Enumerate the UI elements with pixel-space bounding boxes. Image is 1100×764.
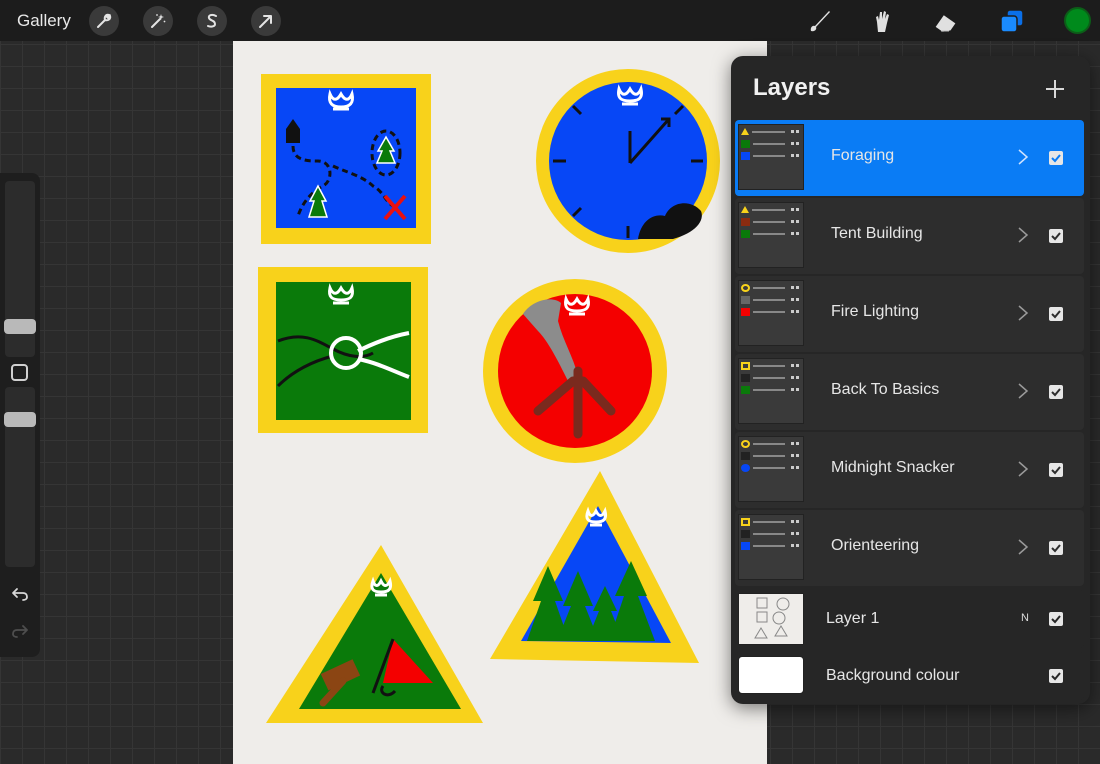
layer-name: Background colour	[826, 667, 960, 684]
layer-thumbnail	[738, 436, 804, 502]
eraser-icon[interactable]	[930, 5, 962, 37]
selection-s-icon[interactable]	[197, 6, 227, 36]
visibility-checkbox[interactable]	[1049, 541, 1063, 555]
chevron-right-icon[interactable]	[1017, 226, 1029, 244]
visibility-checkbox[interactable]	[1049, 385, 1063, 399]
tent-building-badge	[266, 545, 483, 723]
layer-group-fire-lighting[interactable]: Fire Lighting	[735, 276, 1084, 352]
layer-group-midnight-snacker[interactable]: Midnight Snacker	[735, 432, 1084, 508]
visibility-checkbox[interactable]	[1049, 151, 1063, 165]
layer-group-back-to-basics[interactable]: Back To Basics	[735, 354, 1084, 430]
layers-panel: Layers Foraging Tent Building Fire Light…	[731, 56, 1090, 704]
chevron-right-icon[interactable]	[1017, 304, 1029, 322]
layers-icon[interactable]	[996, 5, 1028, 37]
fire-lighting-badge	[483, 279, 667, 463]
layer-thumbnail	[738, 124, 804, 190]
undo-icon[interactable]	[9, 583, 31, 605]
redo-icon[interactable]	[9, 620, 31, 642]
top-toolbar: Gallery	[0, 0, 1100, 41]
panel-title: Layers	[753, 74, 831, 101]
background-colour-layer[interactable]: Background colour	[735, 652, 1084, 700]
opacity-handle[interactable]	[4, 412, 36, 427]
visibility-checkbox[interactable]	[1049, 463, 1063, 477]
foraging-badge	[490, 471, 699, 663]
layer-name: Tent Building	[831, 225, 923, 242]
visibility-checkbox[interactable]	[1049, 307, 1063, 321]
gallery-button[interactable]: Gallery	[17, 11, 71, 31]
visibility-checkbox[interactable]	[1049, 229, 1063, 243]
layer-name: Midnight Snacker	[831, 459, 955, 476]
layer-thumbnail	[738, 358, 804, 424]
layer-thumbnail	[738, 514, 804, 580]
color-picker-button[interactable]	[1064, 7, 1091, 34]
layer-thumbnail	[738, 280, 804, 346]
layer-thumbnail	[738, 593, 804, 645]
chevron-right-icon[interactable]	[1017, 538, 1029, 556]
left-sidebar	[0, 173, 40, 657]
chevron-right-icon[interactable]	[1017, 382, 1029, 400]
plus-icon[interactable]	[1044, 78, 1066, 100]
layer-group-foraging[interactable]: Foraging	[735, 120, 1084, 196]
layer-name: Fire Lighting	[831, 303, 920, 320]
modify-square-button[interactable]	[11, 364, 28, 381]
magic-wand-icon[interactable]	[143, 6, 173, 36]
visibility-checkbox[interactable]	[1049, 669, 1063, 683]
layer-name: Orienteering	[831, 537, 920, 554]
layer-name: Layer 1	[826, 610, 880, 627]
drawing-canvas[interactable]	[233, 41, 767, 764]
layer-name: Foraging	[831, 147, 895, 164]
visibility-checkbox[interactable]	[1049, 612, 1063, 626]
smudge-icon[interactable]	[866, 5, 898, 37]
blend-mode-label[interactable]: N	[1021, 612, 1029, 624]
chevron-right-icon[interactable]	[1017, 460, 1029, 478]
wrench-icon[interactable]	[89, 6, 119, 36]
layer-thumbnail	[738, 202, 804, 268]
chevron-right-icon[interactable]	[1017, 148, 1029, 166]
background-colour-swatch[interactable]	[738, 656, 804, 694]
transform-arrow-icon[interactable]	[251, 6, 281, 36]
orienteering-badge	[261, 74, 431, 244]
layer-group-tent-building[interactable]: Tent Building	[735, 198, 1084, 274]
layer-1[interactable]: Layer 1 N	[735, 590, 1084, 648]
back-to-basics-badge	[258, 267, 428, 433]
brush-icon[interactable]	[804, 5, 836, 37]
midnight-snacker-badge	[536, 69, 720, 253]
layer-group-orienteering[interactable]: Orienteering	[735, 510, 1084, 586]
brush-size-handle[interactable]	[4, 319, 36, 334]
layer-name: Back To Basics	[831, 381, 940, 398]
